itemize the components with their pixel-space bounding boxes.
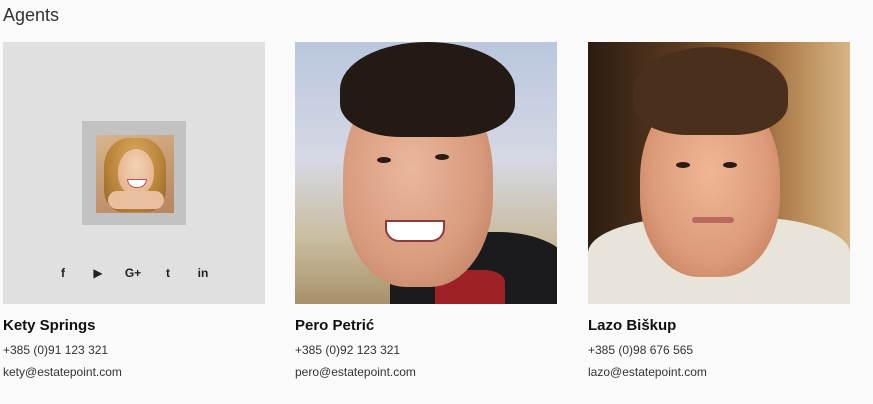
agent-card-lazo[interactable]: Lazo Biškup +385 (0)98 676 565 lazo@esta… xyxy=(588,42,850,379)
agent-photo-hover-card[interactable]: f ▶ G+ t in xyxy=(3,42,265,304)
agent-phone[interactable]: +385 (0)92 123 321 xyxy=(295,343,557,357)
agent-email[interactable]: pero@estatepoint.com xyxy=(295,365,557,379)
agent-photo[interactable] xyxy=(588,42,850,304)
agent-phone[interactable]: +385 (0)98 676 565 xyxy=(588,343,850,357)
agent-phone[interactable]: +385 (0)91 123 321 xyxy=(3,343,265,357)
section-title: Agents xyxy=(3,5,60,25)
social-links: f ▶ G+ t in xyxy=(55,264,215,282)
twitter-icon[interactable]: t xyxy=(160,265,176,281)
agent-name[interactable]: Kety Springs xyxy=(3,317,265,334)
agent-card-kety[interactable]: f ▶ G+ t in Kety Springs +385 (0)91 123 … xyxy=(3,42,265,379)
facebook-icon[interactable]: f xyxy=(55,265,71,281)
agent-email[interactable]: kety@estatepoint.com xyxy=(3,365,265,379)
agent-thumbnail-frame xyxy=(82,121,186,225)
google-plus-icon[interactable]: G+ xyxy=(125,265,141,281)
agent-card-pero[interactable]: Pero Petrić +385 (0)92 123 321 pero@esta… xyxy=(295,42,557,379)
agent-email[interactable]: lazo@estatepoint.com xyxy=(588,365,850,379)
youtube-icon[interactable]: ▶ xyxy=(90,265,106,281)
agent-photo[interactable] xyxy=(295,42,557,304)
agent-name[interactable]: Lazo Biškup xyxy=(588,317,850,334)
linkedin-icon[interactable]: in xyxy=(195,265,211,281)
agent-name[interactable]: Pero Petrić xyxy=(295,317,557,334)
agent-portrait xyxy=(96,135,174,213)
